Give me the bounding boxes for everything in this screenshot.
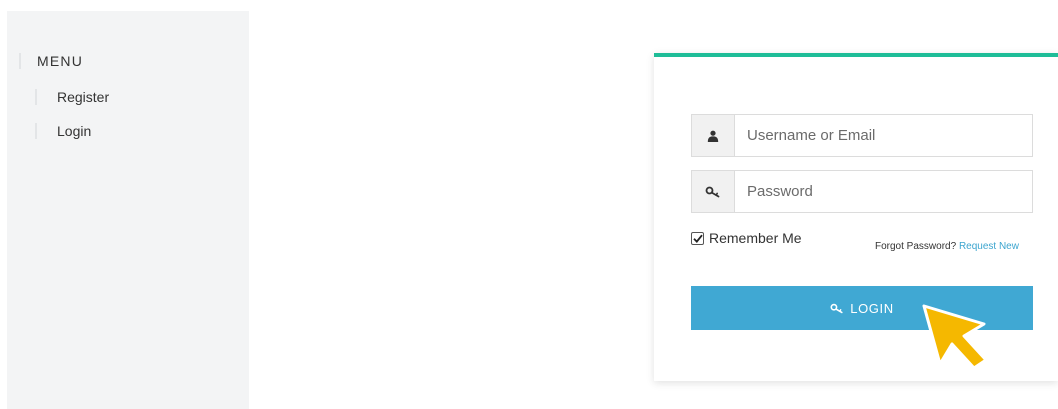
password-input[interactable] xyxy=(735,171,1032,212)
user-icon xyxy=(692,115,735,156)
sidebar-item-register[interactable]: Register xyxy=(35,89,109,105)
login-card: Remember Me Forgot Password? Request New… xyxy=(654,53,1058,381)
key-icon xyxy=(830,303,844,314)
username-input[interactable] xyxy=(735,115,1032,156)
login-button-label: LOGIN xyxy=(850,300,894,316)
sidebar-item-login[interactable]: Login xyxy=(35,123,91,139)
request-new-link[interactable]: Request New xyxy=(959,241,1019,252)
remember-me-checkbox[interactable] xyxy=(691,231,704,245)
checkmark-icon xyxy=(692,234,703,243)
menu-heading: MENU xyxy=(19,53,83,69)
password-field xyxy=(691,170,1033,213)
forgot-password-text: Forgot Password? xyxy=(875,241,957,252)
forgot-password: Forgot Password? Request New xyxy=(875,235,1025,258)
remember-me-label: Remember Me xyxy=(709,230,802,246)
remember-me[interactable]: Remember Me xyxy=(691,230,802,246)
cursor-arrow-icon xyxy=(922,304,992,377)
sidebar: MENU Register Login xyxy=(7,11,249,409)
key-icon xyxy=(692,171,735,212)
username-field xyxy=(691,114,1033,157)
